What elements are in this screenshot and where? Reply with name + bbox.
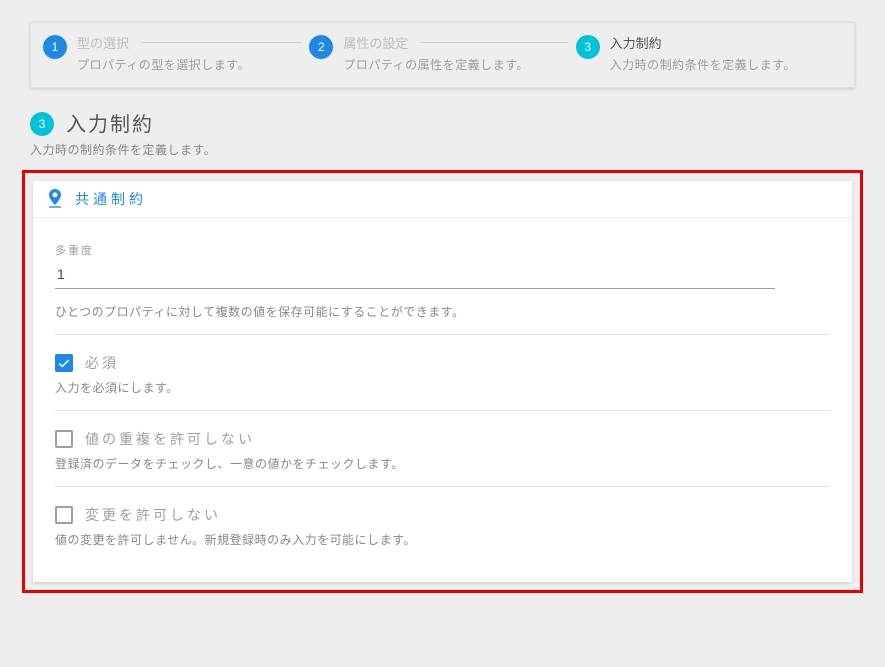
no-duplicate-label: 値の重複を許可しない xyxy=(85,429,255,449)
required-checkbox[interactable] xyxy=(55,354,73,372)
step-2[interactable]: 2 属性の設定 プロパティの属性を定義します。 xyxy=(309,33,575,73)
section-title: 入力制約 xyxy=(66,108,154,137)
section-subtitle: 入力時の制約条件を定義します。 xyxy=(30,141,855,158)
multiplicity-field: 多重度 ひとつのプロパティに対して複数の値を保存可能にすることができます。 xyxy=(55,224,830,335)
step-2-sub: プロパティの属性を定義します。 xyxy=(343,56,575,73)
required-label: 必須 xyxy=(85,353,119,373)
no-change-field: 変更を許可しない 値の変更を許可しません。新規登録時のみ入力を可能にします。 xyxy=(55,487,830,562)
step-1-sub: プロパティの型を選択します。 xyxy=(77,56,309,73)
pin-icon xyxy=(47,189,63,209)
no-duplicate-field: 値の重複を許可しない 登録済のデータをチェックし、一意の値かをチェックします。 xyxy=(55,411,830,487)
panel-title: 共通制約 xyxy=(75,189,147,209)
step-3-sub: 入力時の制約条件を定義します。 xyxy=(610,56,842,73)
required-help: 入力を必須にします。 xyxy=(55,379,830,396)
no-change-checkbox[interactable] xyxy=(55,506,73,524)
common-constraints-panel: 共通制約 多重度 ひとつのプロパティに対して複数の値を保存可能にすることができま… xyxy=(33,181,852,582)
step-3[interactable]: 3 入力制約 入力時の制約条件を定義します。 xyxy=(576,33,842,73)
highlight-box: 共通制約 多重度 ひとつのプロパティに対して複数の値を保存可能にすることができま… xyxy=(22,170,863,593)
panel-header[interactable]: 共通制約 xyxy=(33,181,852,218)
required-field: 必須 入力を必須にします。 xyxy=(55,335,830,411)
no-change-help: 値の変更を許可しません。新規登録時のみ入力を可能にします。 xyxy=(55,531,830,548)
wizard-stepper: 1 型の選択 プロパティの型を選択します。 2 属性の設定 プロパティの属性を定… xyxy=(30,22,855,88)
step-1-circle: 1 xyxy=(43,35,67,59)
multiplicity-input[interactable] xyxy=(55,262,775,289)
no-duplicate-checkbox[interactable] xyxy=(55,430,73,448)
no-change-label: 変更を許可しない xyxy=(85,505,221,525)
multiplicity-help: ひとつのプロパティに対して複数の値を保存可能にすることができます。 xyxy=(55,303,830,320)
step-1[interactable]: 1 型の選択 プロパティの型を選択します。 xyxy=(43,33,309,73)
section-header: 3 入力制約 xyxy=(30,108,855,137)
step-3-circle: 3 xyxy=(576,35,600,59)
step-1-title: 型の選択 xyxy=(77,33,309,52)
step-2-circle: 2 xyxy=(309,35,333,59)
no-duplicate-help: 登録済のデータをチェックし、一意の値かをチェックします。 xyxy=(55,455,830,472)
step-3-title: 入力制約 xyxy=(610,33,842,52)
step-2-title: 属性の設定 xyxy=(343,33,575,52)
panel-body: 多重度 ひとつのプロパティに対して複数の値を保存可能にすることができます。 必須… xyxy=(33,218,852,582)
multiplicity-label: 多重度 xyxy=(55,242,830,258)
section-number-circle: 3 xyxy=(30,112,54,136)
